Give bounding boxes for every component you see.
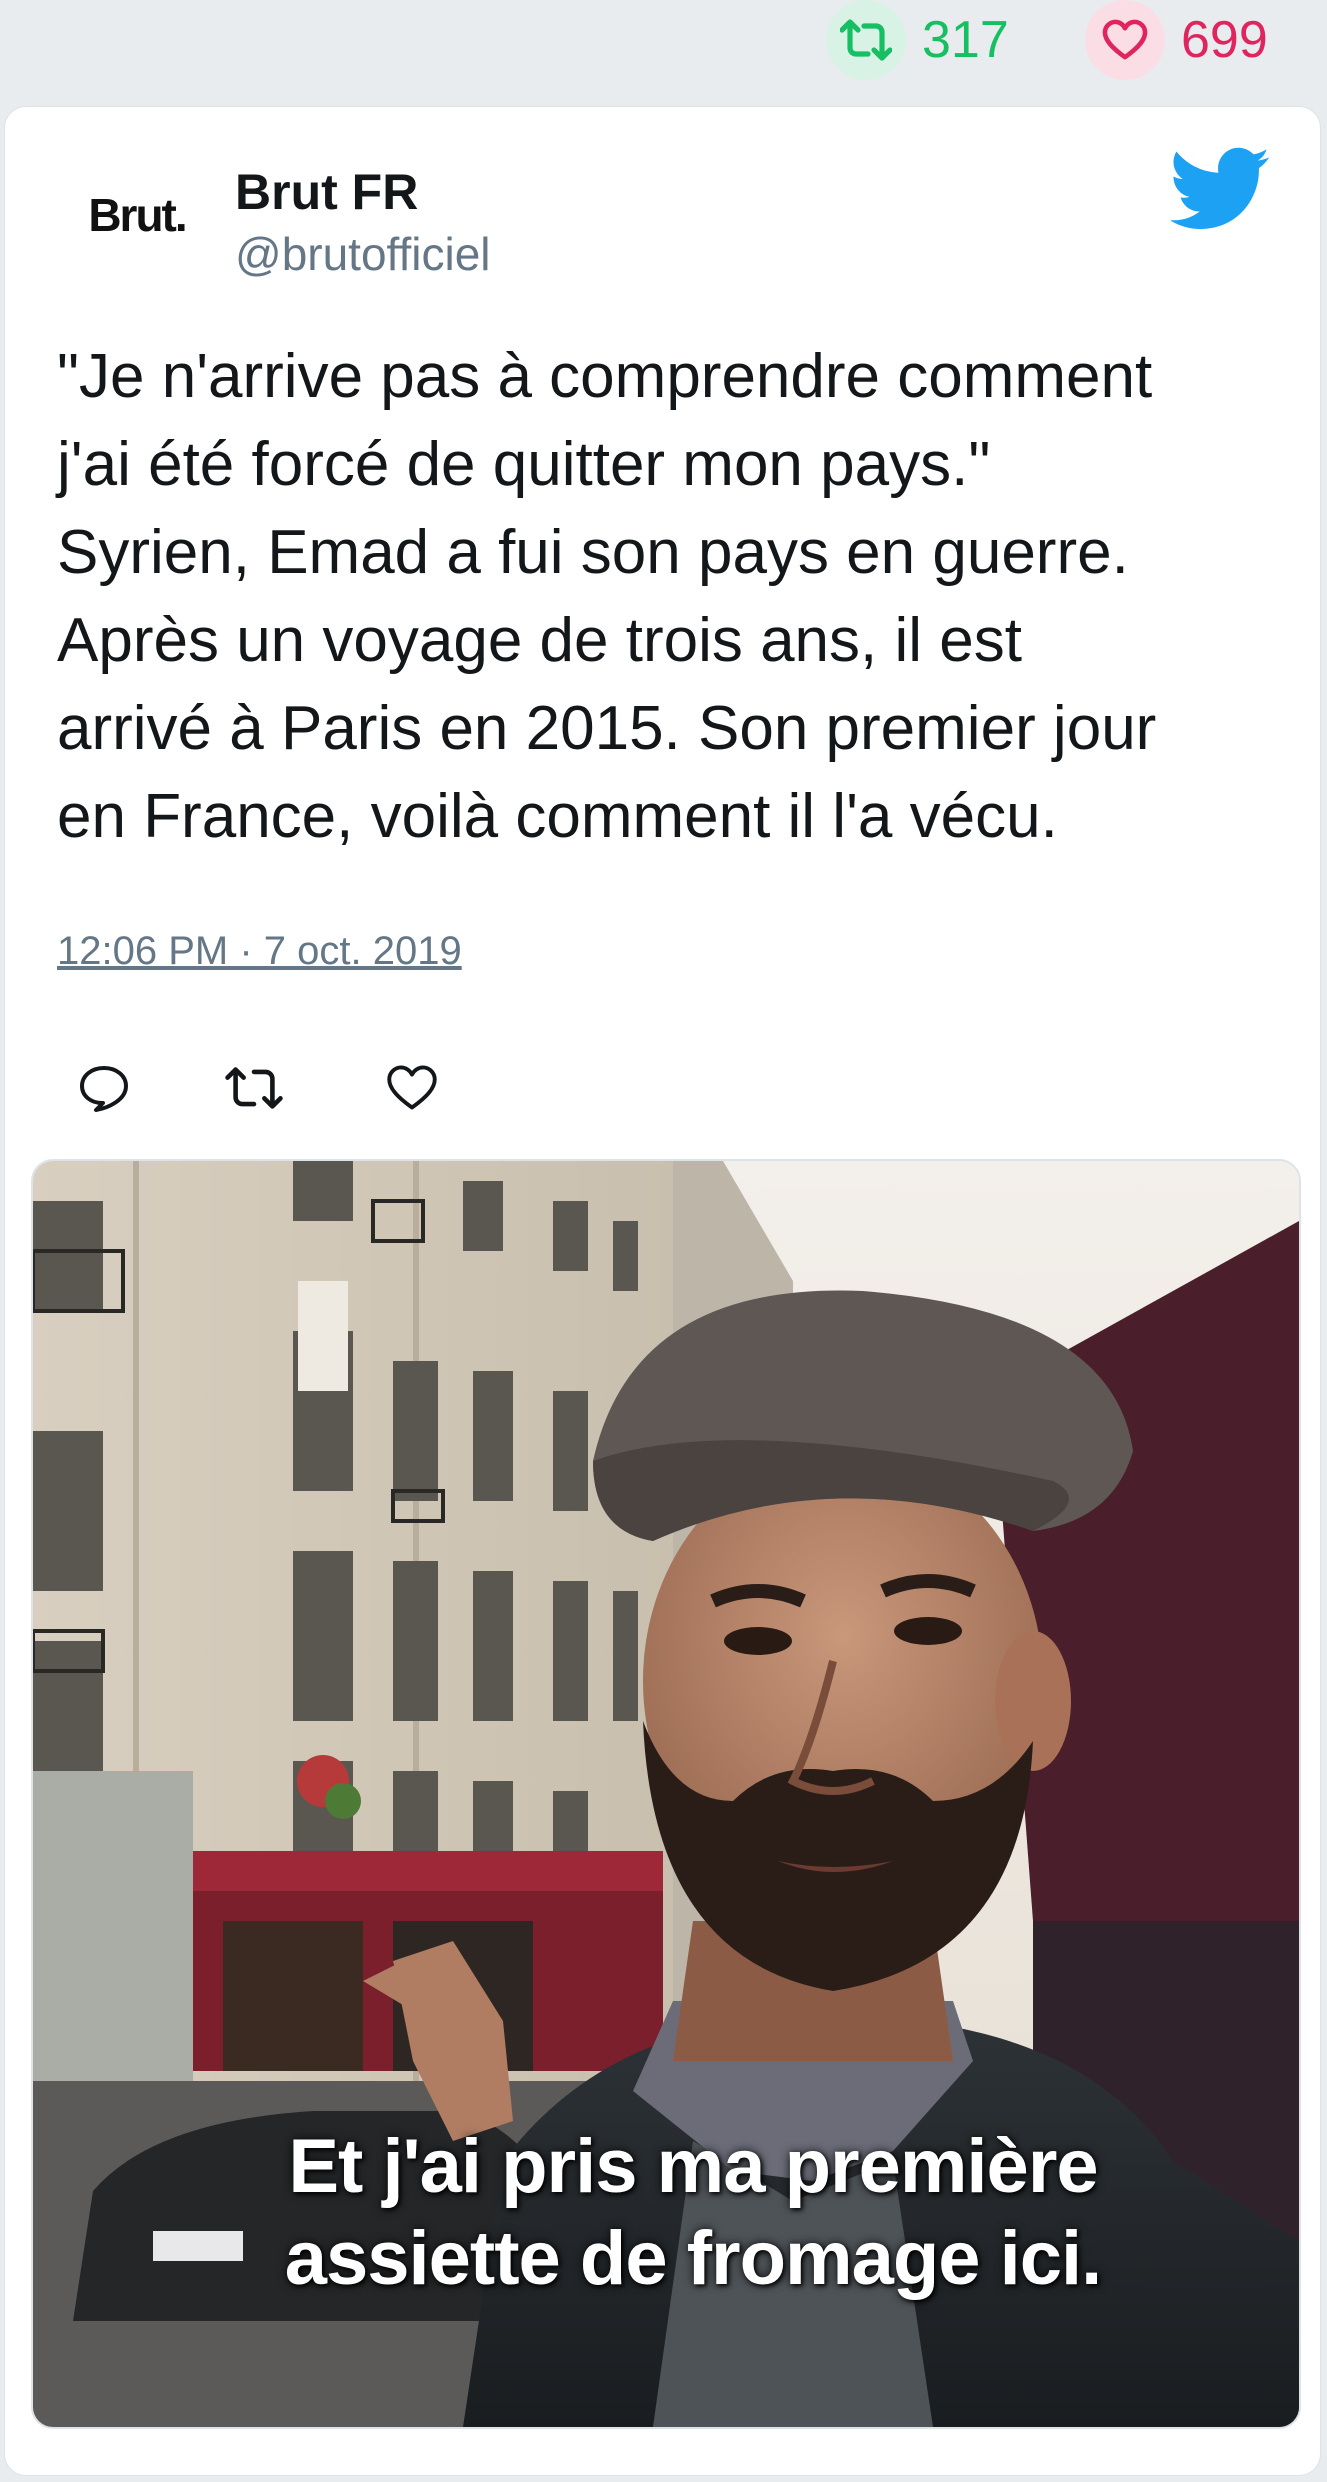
tweet-card: Brut. Brut FR @brutofficiel "Je n'arrive… <box>4 106 1321 2476</box>
tweet-timestamp[interactable]: 12:06 PM · 7 oct. 2019 <box>57 929 462 974</box>
video-subtitle-line-2: assiette de fromage ici. <box>284 2216 1103 2301</box>
retweet-icon <box>826 0 906 80</box>
twitter-bird-icon[interactable] <box>1169 147 1271 231</box>
avatar-logo-text: Brut. <box>88 189 187 241</box>
author-handle[interactable]: @brutofficiel <box>235 227 491 281</box>
like-count: 699 <box>1181 11 1268 69</box>
video-subtitle-line-1: Et j'ai pris ma première <box>288 2124 1098 2209</box>
tweet-text: "Je n'arrive pas à comprendre comment j'… <box>57 342 1157 851</box>
retweet-count-stat[interactable]: 317 <box>826 0 1009 80</box>
video-subtitle: Et j'ai pris ma première assiette de fro… <box>33 2121 1299 2305</box>
author-display-name[interactable]: Brut FR <box>235 163 418 221</box>
like-count-stat[interactable]: 699 <box>1085 0 1268 80</box>
retweet-button[interactable] <box>219 1053 289 1123</box>
tweet-video-media[interactable]: Et j'ai pris ma première assiette de fro… <box>31 1159 1301 2429</box>
like-button[interactable] <box>377 1053 447 1123</box>
heart-icon <box>1085 0 1165 80</box>
retweet-count: 317 <box>922 11 1009 69</box>
retweet-icon <box>225 1067 283 1109</box>
tweet-stats-bar: 317 699 <box>0 0 1327 95</box>
reply-button[interactable] <box>69 1053 139 1123</box>
heart-icon <box>387 1065 437 1110</box>
avatar[interactable]: Brut. <box>67 167 207 263</box>
reply-icon <box>80 1066 128 1112</box>
